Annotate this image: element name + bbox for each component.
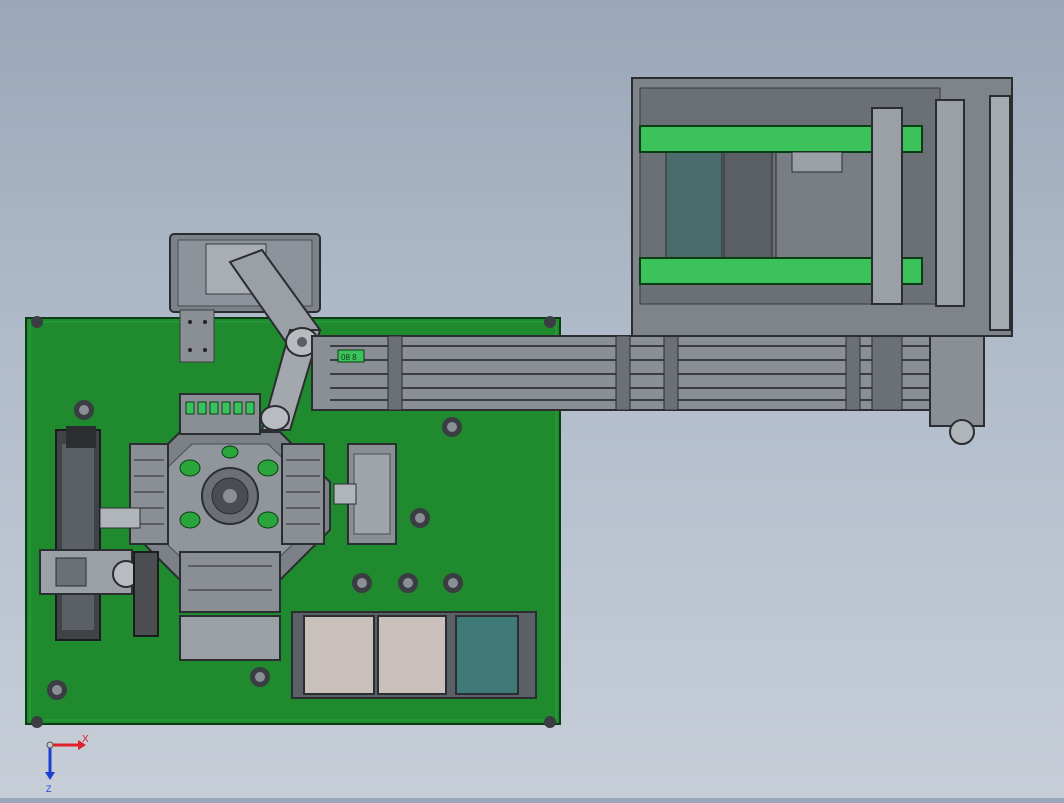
axis-triad-icon: X Z (45, 734, 89, 794)
cad-viewport[interactable]: 08 8 X Z (0, 0, 1064, 798)
tray-2[interactable] (377, 615, 447, 695)
station-right[interactable] (281, 443, 325, 545)
chain-rail-a (871, 107, 903, 305)
machine-assembly-drawing: 08 8 X Z (25, 77, 1013, 794)
conveyor-tag-text: 08 8 (341, 353, 357, 362)
left-rod (99, 507, 141, 529)
loader-bay-teal (665, 149, 723, 261)
axis-x-label: X (82, 734, 89, 745)
tray-3[interactable] (455, 615, 519, 695)
axis-z-label: Z (46, 784, 52, 794)
left-linear-stage[interactable] (55, 426, 101, 641)
cylinder-vertical[interactable] (133, 551, 159, 637)
loader-puck (791, 151, 843, 173)
chain-rail-c (989, 95, 1011, 331)
chain-rail-b (935, 99, 965, 307)
conveyor-tag: 08 8 (337, 349, 365, 363)
small-block (333, 483, 357, 505)
station-left[interactable] (129, 443, 169, 545)
station-bottom-lower[interactable] (179, 615, 281, 661)
loader-lower-block[interactable] (929, 335, 985, 445)
station-bottom[interactable] (179, 551, 281, 613)
left-clamp-unit[interactable] (39, 549, 140, 595)
tray-1[interactable] (303, 615, 375, 695)
